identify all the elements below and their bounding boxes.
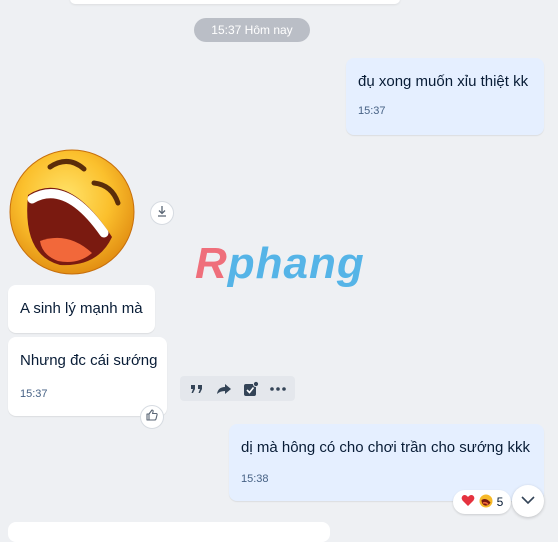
heart-icon	[461, 494, 475, 510]
watermark-first: R	[195, 239, 228, 288]
download-button[interactable]	[150, 201, 174, 225]
laughing-emoji-sticker[interactable]	[8, 145, 140, 277]
react-button[interactable]	[140, 405, 164, 429]
message-time: 15:37	[20, 388, 48, 400]
watermark-rest: phang	[227, 239, 365, 288]
task-check-icon[interactable]	[241, 379, 261, 399]
message-text: đụ xong muốn xỉu thiệt kk	[358, 73, 529, 90]
previous-message-edge	[70, 0, 400, 4]
reaction-summary[interactable]: 5	[453, 490, 511, 514]
message-actions-toolbar	[180, 376, 295, 401]
reaction-count: 5	[496, 495, 504, 509]
message-time: 15:37	[358, 105, 386, 117]
message-text: dị mà hông có cho chơi trần cho sướng kk…	[241, 439, 531, 456]
message-bubble-received[interactable]: A sinh lý mạnh mà	[8, 285, 155, 333]
message-text: Nhưng đc cái sướng	[20, 352, 158, 369]
message-bubble-received[interactable]: Nhưng đc cái sướng 15:37	[8, 337, 167, 416]
scroll-down-button[interactable]	[512, 485, 544, 517]
more-icon[interactable]	[268, 379, 288, 399]
laughing-icon	[479, 494, 493, 511]
quote-icon[interactable]	[187, 379, 207, 399]
forward-icon[interactable]	[214, 379, 234, 399]
message-text: A sinh lý mạnh mà	[20, 300, 143, 317]
watermark-logo: Rphang	[195, 240, 365, 288]
date-separator: 15:37 Hôm nay	[194, 18, 310, 42]
date-separator-label: 15:37 Hôm nay	[211, 23, 293, 37]
message-time: 15:38	[241, 473, 269, 485]
message-bubble-sent[interactable]: đụ xong muốn xỉu thiệt kk 15:37	[346, 58, 544, 135]
download-icon	[156, 204, 168, 222]
next-message-edge	[8, 522, 330, 542]
thumbs-up-icon	[145, 408, 159, 427]
chevron-down-icon	[521, 492, 535, 510]
